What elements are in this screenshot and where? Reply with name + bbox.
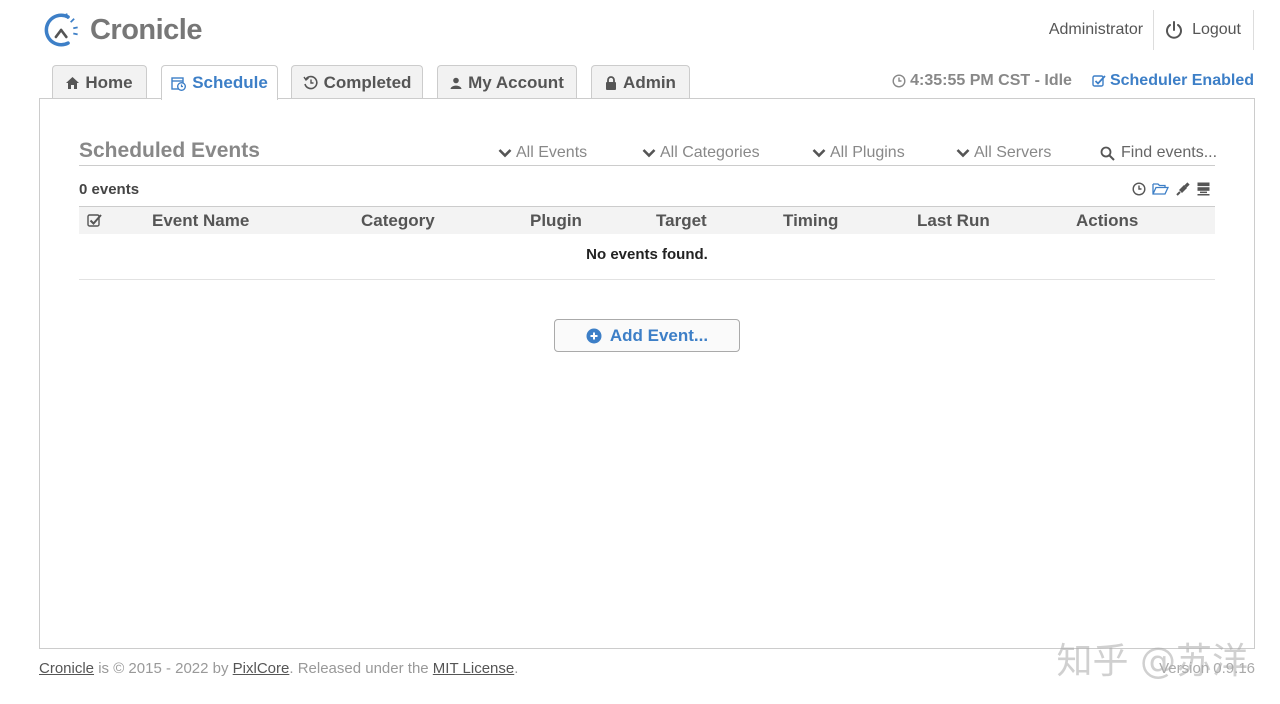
page-title: Scheduled Events bbox=[79, 139, 260, 162]
tab-completed[interactable]: Completed bbox=[291, 65, 423, 99]
add-event-button[interactable]: Add Event... bbox=[554, 319, 740, 352]
calendar-clock-icon bbox=[171, 76, 187, 91]
logout-button[interactable]: Logout bbox=[1164, 20, 1241, 40]
tab-home[interactable]: Home bbox=[52, 65, 147, 99]
footer-app-link[interactable]: Cronicle bbox=[39, 660, 94, 677]
table-bottom-divider bbox=[79, 279, 1215, 280]
checkbox-checked-icon bbox=[1092, 75, 1106, 87]
app-name: Cronicle bbox=[89, 13, 203, 46]
filter-plugins-dropdown[interactable]: All Plugins bbox=[812, 144, 905, 162]
tab-schedule[interactable]: Schedule bbox=[161, 65, 278, 100]
tab-label: My Account bbox=[468, 72, 564, 92]
scheduler-label: Scheduler Enabled bbox=[1109, 72, 1254, 89]
column-target: Target bbox=[656, 211, 707, 230]
chevron-down-icon bbox=[812, 149, 826, 158]
chevron-down-icon bbox=[956, 149, 970, 158]
lock-icon bbox=[606, 75, 617, 90]
clock-logo-icon bbox=[44, 13, 78, 47]
column-plugin: Plugin bbox=[530, 211, 582, 230]
footer-text: is © 2015 - 2022 by bbox=[94, 660, 233, 677]
tab-label: Admin bbox=[623, 72, 676, 92]
history-icon bbox=[302, 75, 318, 90]
main-panel bbox=[39, 98, 1255, 649]
clock-icon[interactable] bbox=[1132, 182, 1146, 196]
footer: Cronicle is © 2015 - 2022 by PixlCore. R… bbox=[39, 660, 518, 677]
logout-label: Logout bbox=[1192, 21, 1241, 38]
column-last-run: Last Run bbox=[917, 211, 990, 230]
filter-label: All Categories bbox=[660, 144, 760, 161]
tab-my-account[interactable]: My Account bbox=[437, 65, 577, 99]
footer-company-link[interactable]: PixlCore bbox=[233, 660, 290, 677]
footer-license-link[interactable]: MIT License bbox=[433, 660, 514, 677]
user-icon bbox=[450, 77, 462, 89]
logout-divider bbox=[1253, 10, 1254, 50]
column-event-name: Event Name bbox=[152, 211, 250, 230]
table-tools bbox=[1132, 181, 1210, 197]
filter-categories-dropdown[interactable]: All Categories bbox=[642, 144, 760, 162]
column-actions: Actions bbox=[1076, 211, 1139, 230]
search-icon bbox=[1100, 146, 1115, 161]
filter-events-dropdown[interactable]: All Events bbox=[498, 144, 587, 162]
footer-text: . bbox=[514, 660, 519, 677]
empty-message: No events found. bbox=[586, 246, 708, 263]
chevron-down-icon bbox=[642, 149, 656, 158]
tab-label: Completed bbox=[323, 72, 412, 92]
filter-label: All Plugins bbox=[830, 144, 905, 161]
status-bar: 4:35:55 PM CST - Idle Scheduler Enabled bbox=[892, 72, 1254, 90]
power-icon bbox=[1166, 21, 1183, 39]
add-event-label: Add Event... bbox=[609, 325, 709, 345]
title-divider bbox=[79, 165, 1215, 166]
clock-text: 4:35:55 PM CST - Idle bbox=[910, 72, 1072, 89]
event-count: 0 events bbox=[79, 181, 140, 198]
filter-servers-dropdown[interactable]: All Servers bbox=[956, 144, 1051, 162]
filter-label: All Events bbox=[516, 144, 588, 161]
app-logo[interactable]: Cronicle bbox=[42, 8, 203, 52]
footer-text: . Released under the bbox=[289, 660, 433, 677]
search-input[interactable]: Find events... bbox=[1100, 144, 1217, 162]
table-header: Event Name Category Plugin Target Timing… bbox=[79, 206, 1215, 234]
clock-icon bbox=[892, 74, 906, 88]
tab-admin[interactable]: Admin bbox=[591, 65, 690, 99]
scheduler-toggle[interactable]: Scheduler Enabled bbox=[1092, 72, 1254, 90]
tab-label: Home bbox=[85, 72, 133, 92]
user-bar-divider bbox=[1153, 10, 1155, 50]
select-all-checkbox-icon[interactable] bbox=[87, 213, 102, 228]
plus-circle-icon bbox=[586, 328, 602, 343]
watermark: 知乎 @苏洋 bbox=[1056, 641, 1248, 682]
column-timing: Timing bbox=[783, 211, 839, 230]
search-placeholder: Find events... bbox=[1121, 144, 1218, 161]
server-icon[interactable] bbox=[1197, 182, 1210, 196]
user-bar: Administrator Logout bbox=[1049, 8, 1254, 52]
chevron-down-icon bbox=[498, 149, 512, 158]
column-category: Category bbox=[361, 211, 435, 230]
user-name[interactable]: Administrator bbox=[1049, 21, 1143, 39]
filter-label: All Servers bbox=[974, 144, 1052, 161]
tab-label: Schedule bbox=[192, 73, 268, 92]
clock-status: 4:35:55 PM CST - Idle bbox=[892, 72, 1072, 90]
home-icon bbox=[66, 76, 80, 89]
folder-open-icon[interactable] bbox=[1152, 182, 1169, 196]
plug-icon[interactable] bbox=[1175, 181, 1191, 197]
